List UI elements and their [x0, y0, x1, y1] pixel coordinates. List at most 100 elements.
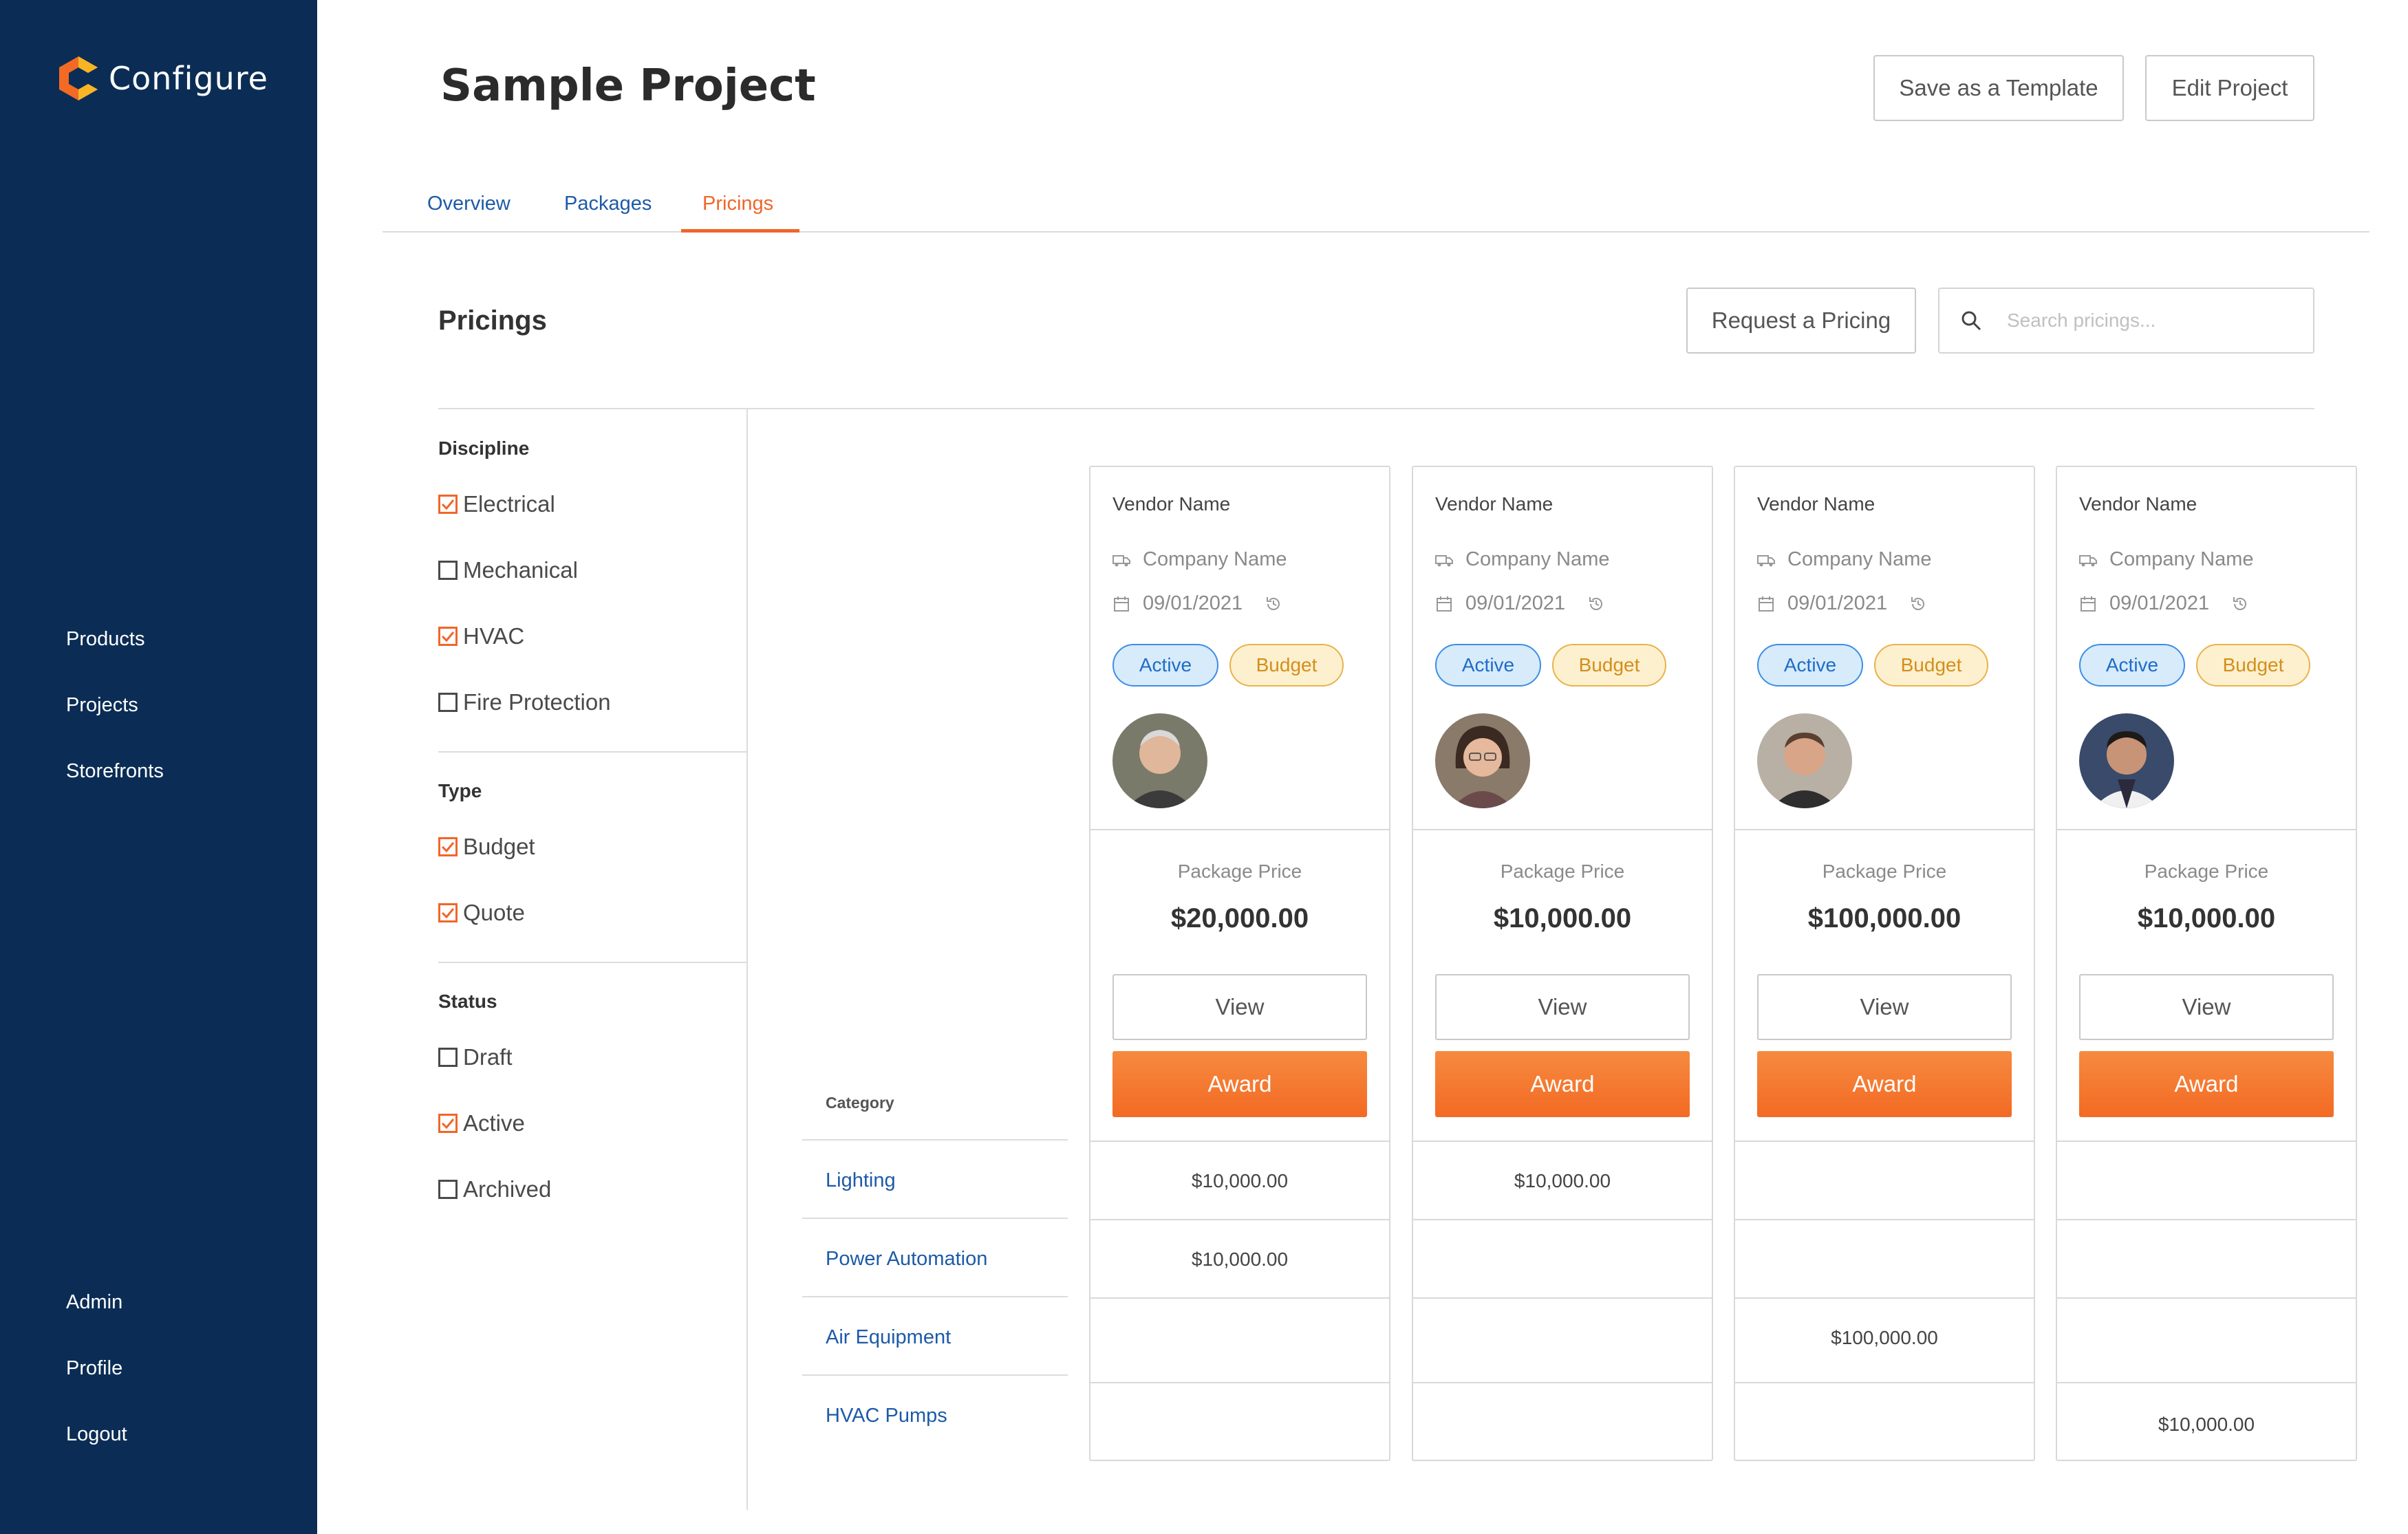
tab-pricings[interactable]: Pricings	[702, 193, 773, 215]
award-button[interactable]: Award	[2079, 1051, 2334, 1117]
award-button[interactable]: Award	[1112, 1051, 1367, 1117]
vendor-avatar	[1757, 713, 1852, 808]
type-badge: Budget	[1229, 644, 1344, 687]
card-divider	[2057, 1297, 2356, 1299]
price-label: Package Price	[1822, 861, 1947, 882]
filter-label: Active	[463, 1110, 525, 1136]
view-button[interactable]: View	[1435, 974, 1690, 1040]
type-badge: Budget	[1874, 644, 1988, 687]
filter-label: Quote	[463, 900, 525, 925]
filter-divider	[438, 751, 746, 753]
card-divider	[1735, 1141, 2034, 1142]
app-logo[interactable]: Configure	[54, 54, 268, 103]
pricing-date: 09/01/2021	[1143, 592, 1243, 614]
filter-active[interactable]: Active	[438, 1110, 525, 1136]
filter-budget[interactable]: Budget	[438, 834, 535, 860]
sidebar-item-projects[interactable]: Projects	[66, 694, 138, 717]
vendor-card: Vendor Name Company Name 09/01/2021 Acti…	[1412, 466, 1713, 1461]
calendar-icon	[1114, 596, 1129, 612]
history-icon[interactable]	[1587, 595, 1605, 613]
search-icon	[1961, 311, 1981, 331]
vendor-name: Vendor Name	[1757, 493, 1875, 515]
checkbox-checked-icon[interactable]	[438, 495, 458, 514]
category-air-equipment[interactable]: Air Equipment	[826, 1326, 951, 1349]
checkbox-checked-icon[interactable]	[438, 903, 458, 922]
card-divider	[1090, 829, 1389, 830]
filter-label: Electrical	[463, 491, 555, 517]
award-button[interactable]: Award	[1757, 1051, 2012, 1117]
filter-electrical[interactable]: Electrical	[438, 491, 555, 517]
history-icon[interactable]	[1265, 595, 1282, 613]
sidebar-item-products[interactable]: Products	[66, 628, 144, 651]
vendor-avatar	[1435, 713, 1530, 808]
card-divider	[2057, 1219, 2356, 1220]
view-button[interactable]: View	[2079, 974, 2334, 1040]
pricing-date: 09/01/2021	[2109, 592, 2210, 614]
checkbox-icon[interactable]	[438, 1180, 458, 1199]
category-hvac-pumps[interactable]: HVAC Pumps	[826, 1405, 947, 1427]
card-divider	[1090, 1382, 1389, 1383]
category-power-automation[interactable]: Power Automation	[826, 1248, 987, 1271]
search-box	[1938, 288, 2314, 354]
request-pricing-button[interactable]: Request a Pricing	[1686, 288, 1916, 354]
category-divider	[802, 1218, 1068, 1219]
checkbox-icon[interactable]	[438, 1048, 458, 1067]
checkbox-checked-icon[interactable]	[438, 1114, 458, 1133]
sidebar-item-admin[interactable]: Admin	[66, 1291, 122, 1314]
filter-mechanical[interactable]: Mechanical	[438, 557, 578, 583]
company-row: Company Name	[1112, 548, 1287, 571]
company-row: Company Name	[1757, 548, 1932, 571]
calendar-icon	[1437, 596, 1452, 612]
checkbox-checked-icon[interactable]	[438, 837, 458, 856]
save-as-template-button[interactable]: Save as a Template	[1873, 55, 2124, 121]
sidebar-item-logout[interactable]: Logout	[66, 1423, 127, 1446]
category-header: Category	[826, 1094, 894, 1112]
calendar-icon	[2081, 596, 2096, 612]
active-tab-indicator	[681, 229, 799, 233]
history-icon[interactable]	[1909, 595, 1927, 613]
category-lighting[interactable]: Lighting	[826, 1169, 896, 1192]
company-name: Company Name	[1787, 548, 1932, 570]
filter-hvac[interactable]: HVAC	[438, 623, 524, 649]
view-button[interactable]: View	[1757, 974, 2012, 1040]
view-button[interactable]: View	[1112, 974, 1367, 1040]
history-icon[interactable]	[2231, 595, 2249, 613]
card-divider	[1735, 1382, 2034, 1383]
truck-icon	[1435, 554, 1453, 566]
filter-fire-protection[interactable]: Fire Protection	[438, 689, 611, 715]
edit-project-button[interactable]: Edit Project	[2145, 55, 2314, 121]
filter-label: Archived	[463, 1176, 552, 1202]
filter-draft[interactable]: Draft	[438, 1044, 513, 1070]
filter-title-status: Status	[438, 991, 497, 1012]
award-button[interactable]: Award	[1435, 1051, 1690, 1117]
filter-label: HVAC	[463, 623, 525, 649]
section-divider	[438, 408, 2314, 409]
vendor-name: Vendor Name	[2079, 493, 2197, 515]
checkbox-icon[interactable]	[438, 693, 458, 712]
tab-packages[interactable]: Packages	[564, 193, 652, 215]
sidebar-item-profile[interactable]: Profile	[66, 1357, 122, 1380]
checkbox-icon[interactable]	[438, 561, 458, 580]
price-label: Package Price	[2144, 861, 2269, 882]
filter-archived[interactable]: Archived	[438, 1176, 551, 1202]
vendor-name: Vendor Name	[1112, 493, 1231, 515]
filter-label: Draft	[463, 1044, 513, 1070]
date-row: 09/01/2021	[1435, 592, 1605, 615]
search-input[interactable]	[2007, 310, 2296, 332]
price-label: Package Price	[1177, 861, 1302, 882]
filter-title-type: Type	[438, 780, 482, 801]
price-label: Package Price	[1500, 861, 1625, 882]
type-badge: Budget	[2196, 644, 2310, 687]
checkbox-checked-icon[interactable]	[438, 627, 458, 646]
filter-quote[interactable]: Quote	[438, 900, 525, 926]
filters-divider	[746, 409, 748, 1510]
section-title: Pricings	[438, 305, 547, 336]
category-divider	[802, 1374, 1068, 1376]
vendor-avatar	[2079, 713, 2174, 808]
sidebar-item-storefronts[interactable]: Storefronts	[66, 760, 164, 783]
truck-icon	[2079, 554, 2097, 566]
category-divider	[802, 1296, 1068, 1297]
tab-overview[interactable]: Overview	[427, 193, 510, 215]
card-divider	[1413, 1297, 1712, 1299]
card-divider	[1090, 1219, 1389, 1220]
